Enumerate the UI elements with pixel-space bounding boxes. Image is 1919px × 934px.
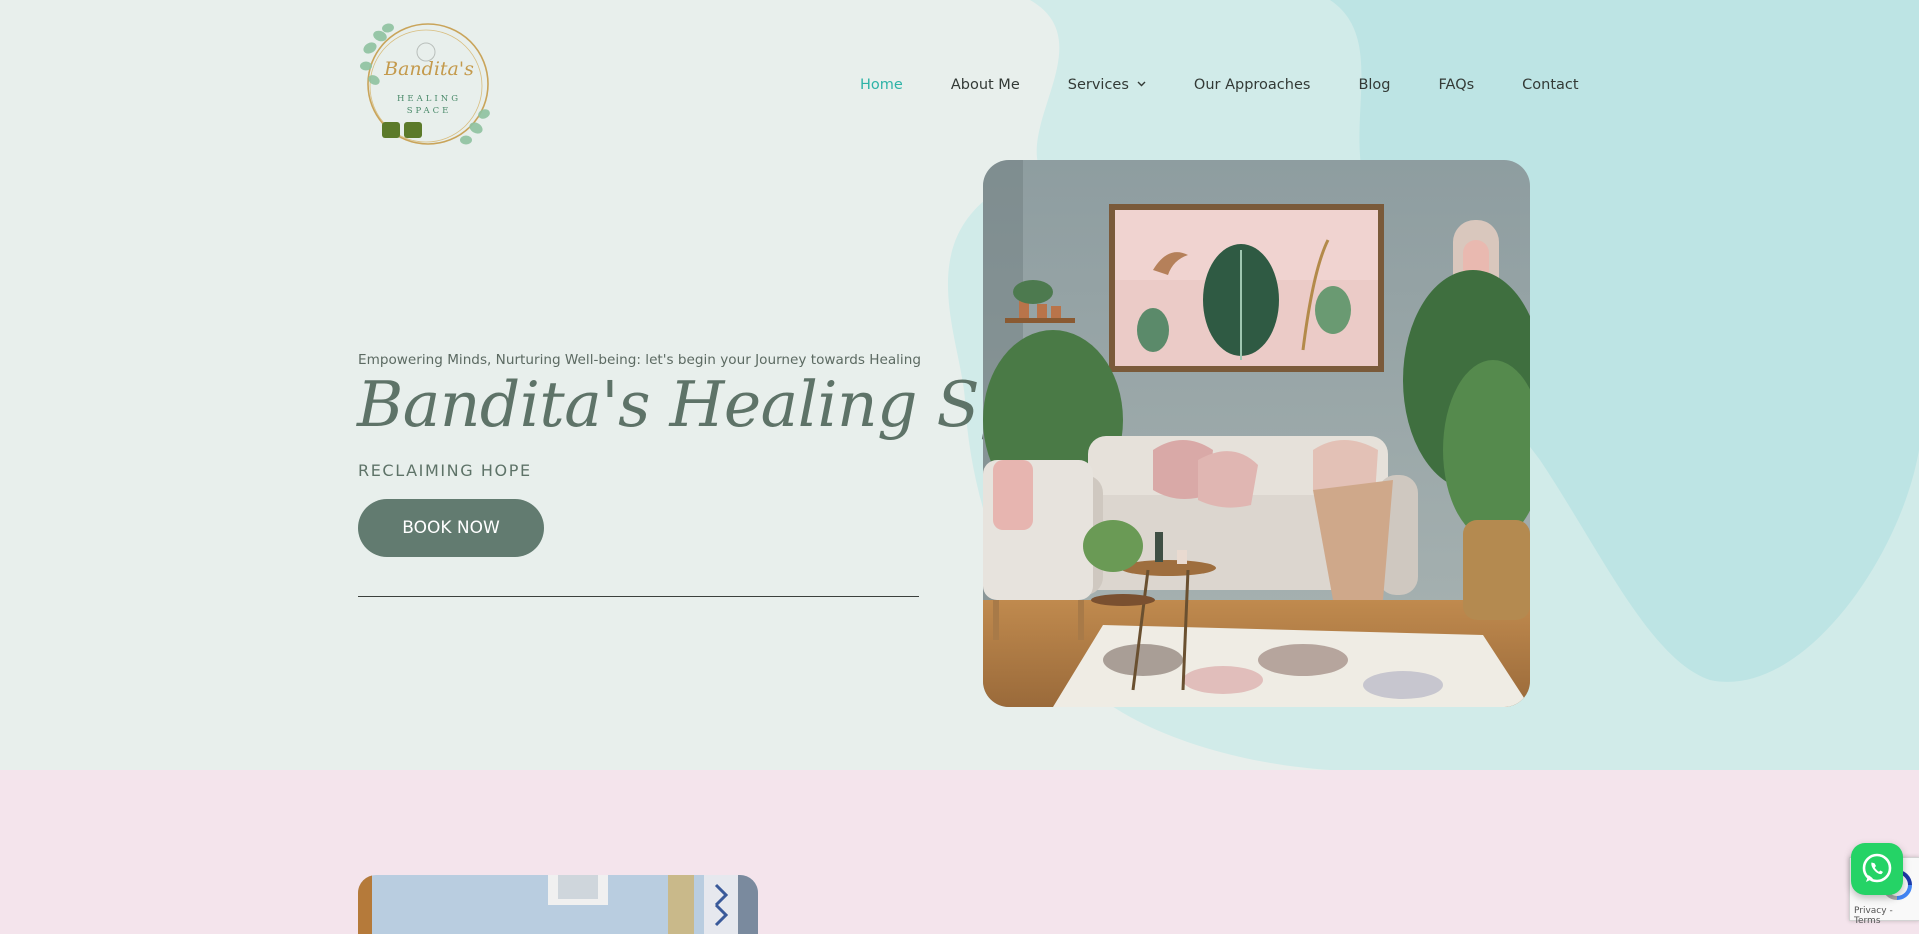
logo-script: Bandita's: [384, 58, 474, 80]
hero-living-room-image: [983, 160, 1530, 707]
section-preview-image: [358, 875, 758, 934]
whatsapp-icon: [1862, 853, 1892, 883]
nav-services-label: Services: [1067, 77, 1129, 93]
logo-emblem: [360, 23, 490, 145]
nav-home[interactable]: Home: [860, 77, 903, 93]
nav-home-label: Home: [860, 77, 903, 93]
nav-our-approaches-label: Our Approaches: [1193, 77, 1311, 93]
preview-illustration: [358, 875, 758, 934]
hero-tagline: Empowering Minds, Nurturing Well-being: …: [358, 352, 921, 368]
pink-section: [0, 770, 1919, 934]
chevron-down-icon[interactable]: [1137, 81, 1146, 87]
book-now-button[interactable]: BOOK NOW: [358, 499, 544, 557]
logo-line1: HEALING: [397, 94, 461, 104]
hero-section: Bandita's HEALING SPACE Home About Me Se…: [0, 0, 1919, 770]
logo-line2: SPACE: [406, 106, 452, 116]
nav-faqs[interactable]: FAQs: [1439, 77, 1475, 93]
logo[interactable]: Bandita's HEALING SPACE: [358, 18, 494, 150]
nav-about-me-label: About Me: [950, 77, 1020, 93]
nav-contact-label: Contact: [1522, 77, 1579, 93]
living-room-illustration: [983, 160, 1530, 707]
nav-blog-label: Blog: [1358, 77, 1391, 93]
nav-services[interactable]: Services: [1068, 77, 1146, 93]
whatsapp-button[interactable]: [1851, 843, 1903, 895]
nav-about-me[interactable]: About Me: [951, 77, 1020, 93]
main-nav: Home About Me Services Our Approaches Bl…: [860, 74, 1579, 96]
nav-contact[interactable]: Contact: [1522, 77, 1578, 93]
hero-divider: [358, 596, 919, 597]
nav-blog[interactable]: Blog: [1358, 77, 1390, 93]
nav-faqs-label: FAQs: [1438, 77, 1475, 93]
recaptcha-terms[interactable]: Privacy - Terms: [1854, 906, 1919, 926]
nav-our-approaches[interactable]: Our Approaches: [1194, 77, 1311, 93]
hero-subtitle: RECLAIMING HOPE: [358, 461, 532, 480]
